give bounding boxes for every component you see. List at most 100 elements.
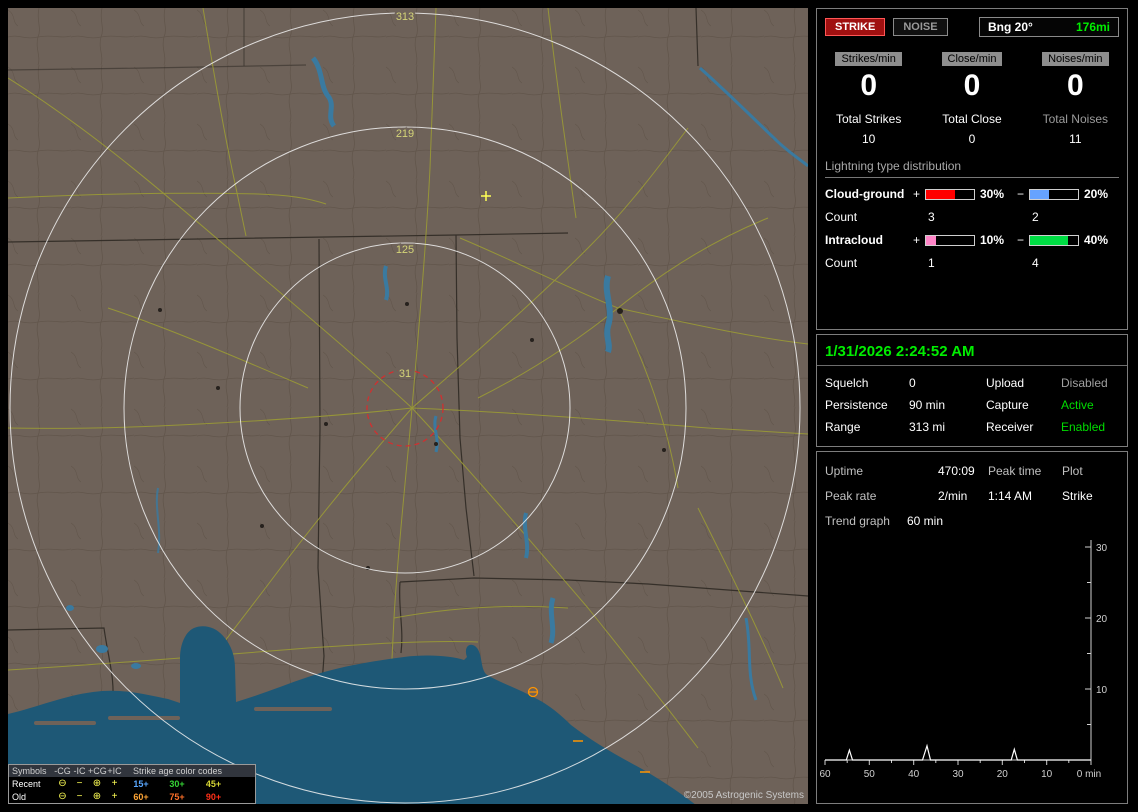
ring-label-31: 31 (399, 368, 411, 380)
display-mode-row: STRIKE NOISE Bng 20° 176mi (825, 17, 1119, 37)
legend-col-neg-cg: -CG (54, 766, 71, 776)
legend-col-pos-ic: +IC (107, 766, 122, 776)
trend-graph-header: Trend graph 60 min (825, 514, 1119, 528)
legend-symbols-header: Symbols (12, 766, 47, 776)
intracloud-label: Intracloud (825, 233, 884, 247)
neg-ic-icon: − (76, 778, 83, 789)
persistence-value: 90 min (909, 398, 946, 412)
strikes-per-min-value: 0 (860, 69, 877, 102)
noises-per-min-column: Noises/min 0 Total Noises 11 (1024, 51, 1127, 146)
strike-rate-trace (825, 743, 1091, 761)
total-strikes-value: 10 (861, 132, 876, 146)
noises-per-min-badge: Noises/min (1042, 52, 1109, 66)
range-label: Range (825, 420, 861, 434)
legend-recent-label: Recent (12, 778, 41, 789)
capture-label: Capture (986, 398, 1029, 412)
noise-mode-button[interactable]: NOISE (893, 18, 948, 36)
side-panel: STRIKE NOISE Bng 20° 176mi Strikes/min 0… (816, 8, 1130, 804)
count-label: Count (825, 210, 858, 224)
intracloud-row: Intracloud + 10% − 40% Count 1 4 (825, 233, 1119, 270)
peak-time-label: Peak time (988, 464, 1042, 478)
pos-ic-icon: + (111, 778, 118, 789)
total-noises-label: Total Noises (1042, 112, 1108, 126)
noises-per-min-value: 0 (1066, 69, 1084, 102)
neg-cg-icon: ⊖ (58, 791, 67, 802)
x-tick-30: 30 (952, 769, 964, 780)
x-tick-40: 40 (908, 769, 920, 780)
ic-plus-bar (925, 234, 975, 246)
range-value: 313 mi (909, 420, 946, 434)
age-30: 30+ (169, 778, 185, 789)
status-grid: Uptime 470:09 Peak time Plot Peak rate 2… (825, 464, 1119, 503)
peak-rate-label: Peak rate (825, 489, 877, 503)
plus-sign: + (913, 187, 921, 201)
ic-minus-bar (1029, 234, 1079, 246)
legend-age-header: Strike age color codes (132, 766, 223, 776)
close-per-min-column: Close/min 0 Total Close 0 (920, 51, 1023, 146)
age-75: 75+ (169, 791, 185, 802)
total-noises-value: 11 (1069, 132, 1082, 146)
cg-plus-count: 3 (928, 210, 935, 224)
total-strikes-label: Total Strikes (835, 112, 902, 126)
date-time: 1/31/2026 2:24:52 AM (825, 343, 975, 360)
bearing-label: Bng 20° (988, 20, 1033, 34)
y-tick-20: 20 (1096, 614, 1108, 625)
map-legend: Symbols -CG -IC +CG +IC Strike age color… (8, 764, 256, 804)
divider (817, 365, 1127, 366)
ic-plus-percent: 10% (980, 233, 1005, 247)
map-canvas[interactable]: 313 219 125 31 (8, 8, 808, 804)
peak-time-value: 1:14 AM (988, 489, 1033, 503)
upload-label: Upload (986, 376, 1025, 390)
cloud-ground-label: Cloud-ground (825, 187, 905, 201)
upload-status: Disabled (1061, 376, 1108, 390)
receiver-status: Enabled (1061, 420, 1106, 434)
cg-plus-percent: 30% (980, 187, 1005, 201)
cg-plus-bar-fill (926, 189, 955, 199)
x-tick-10: 10 (1041, 769, 1053, 780)
total-close-label: Total Close (942, 112, 1002, 126)
legend-header-row: Symbols -CG -IC +CG +IC Strike age color… (9, 765, 255, 777)
legend-recent-row: Recent ⊖ − ⊕ + 15+ 30+ 45+ (9, 777, 255, 790)
bearing-readout: Bng 20° 176mi (979, 17, 1119, 37)
ring-label-219: 219 (396, 128, 414, 140)
trend-panel: Uptime 470:09 Peak time Plot Peak rate 2… (816, 451, 1128, 804)
ring-label-125: 125 (396, 244, 414, 256)
ic-plus-bar-fill (926, 235, 936, 245)
plus-sign: + (913, 233, 921, 247)
y-tick-10: 10 (1096, 685, 1108, 696)
statistics-panel: STRIKE NOISE Bng 20° 176mi Strikes/min 0… (816, 8, 1128, 330)
minus-sign: − (1017, 187, 1025, 201)
age-15: 15+ (133, 778, 149, 789)
trend-graph-label: Trend graph (825, 514, 890, 528)
pos-cg-icon: ⊕ (92, 778, 102, 789)
lightning-map[interactable]: 313 219 125 31 Symbols -CG -IC +CG +IC S… (8, 8, 808, 804)
y-tick-30: 30 (1096, 543, 1108, 554)
age-90: 90+ (205, 791, 222, 802)
ic-minus-count: 4 (1032, 256, 1039, 270)
x-tick-0min: 0 min (1077, 769, 1101, 780)
copyright-notice: ©2005 Astrogenic Systems (683, 790, 804, 801)
capture-status: Active (1061, 398, 1094, 412)
distribution-title: Lightning type distribution (825, 159, 1119, 178)
age-60: 60+ (133, 791, 149, 802)
x-tick-20: 20 (997, 769, 1009, 780)
cg-minus-bar (1029, 188, 1079, 200)
uptime-value: 470:09 (938, 464, 975, 478)
ic-minus-bar-fill (1030, 235, 1069, 245)
squelch-value: 0 (909, 376, 916, 390)
plot-mode-value: Strike (1062, 489, 1093, 503)
trend-graph: 30 20 10 60 50 40 30 20 10 0 min (819, 540, 1108, 780)
trend-axes (824, 540, 1092, 765)
legend-col-neg-ic: -IC (73, 766, 86, 776)
legend-old-row: Old ⊖ − ⊕ + 60+ 75+ 90+ (9, 790, 255, 803)
strike-mode-button[interactable]: STRIKE (825, 18, 886, 36)
legend-col-pos-cg: +CG (88, 766, 107, 776)
strikes-per-min-column: Strikes/min 0 Total Strikes 10 (817, 51, 920, 146)
ic-minus-percent: 40% (1084, 233, 1109, 247)
cg-minus-bar-fill (1030, 189, 1050, 199)
receiver-label: Receiver (986, 420, 1034, 434)
nexstorm-window: 313 219 125 31 Symbols -CG -IC +CG +IC S… (0, 0, 1138, 812)
close-per-min-value: 0 (963, 69, 981, 102)
neg-ic-icon: − (76, 791, 83, 802)
x-tick-50: 50 (864, 769, 876, 780)
